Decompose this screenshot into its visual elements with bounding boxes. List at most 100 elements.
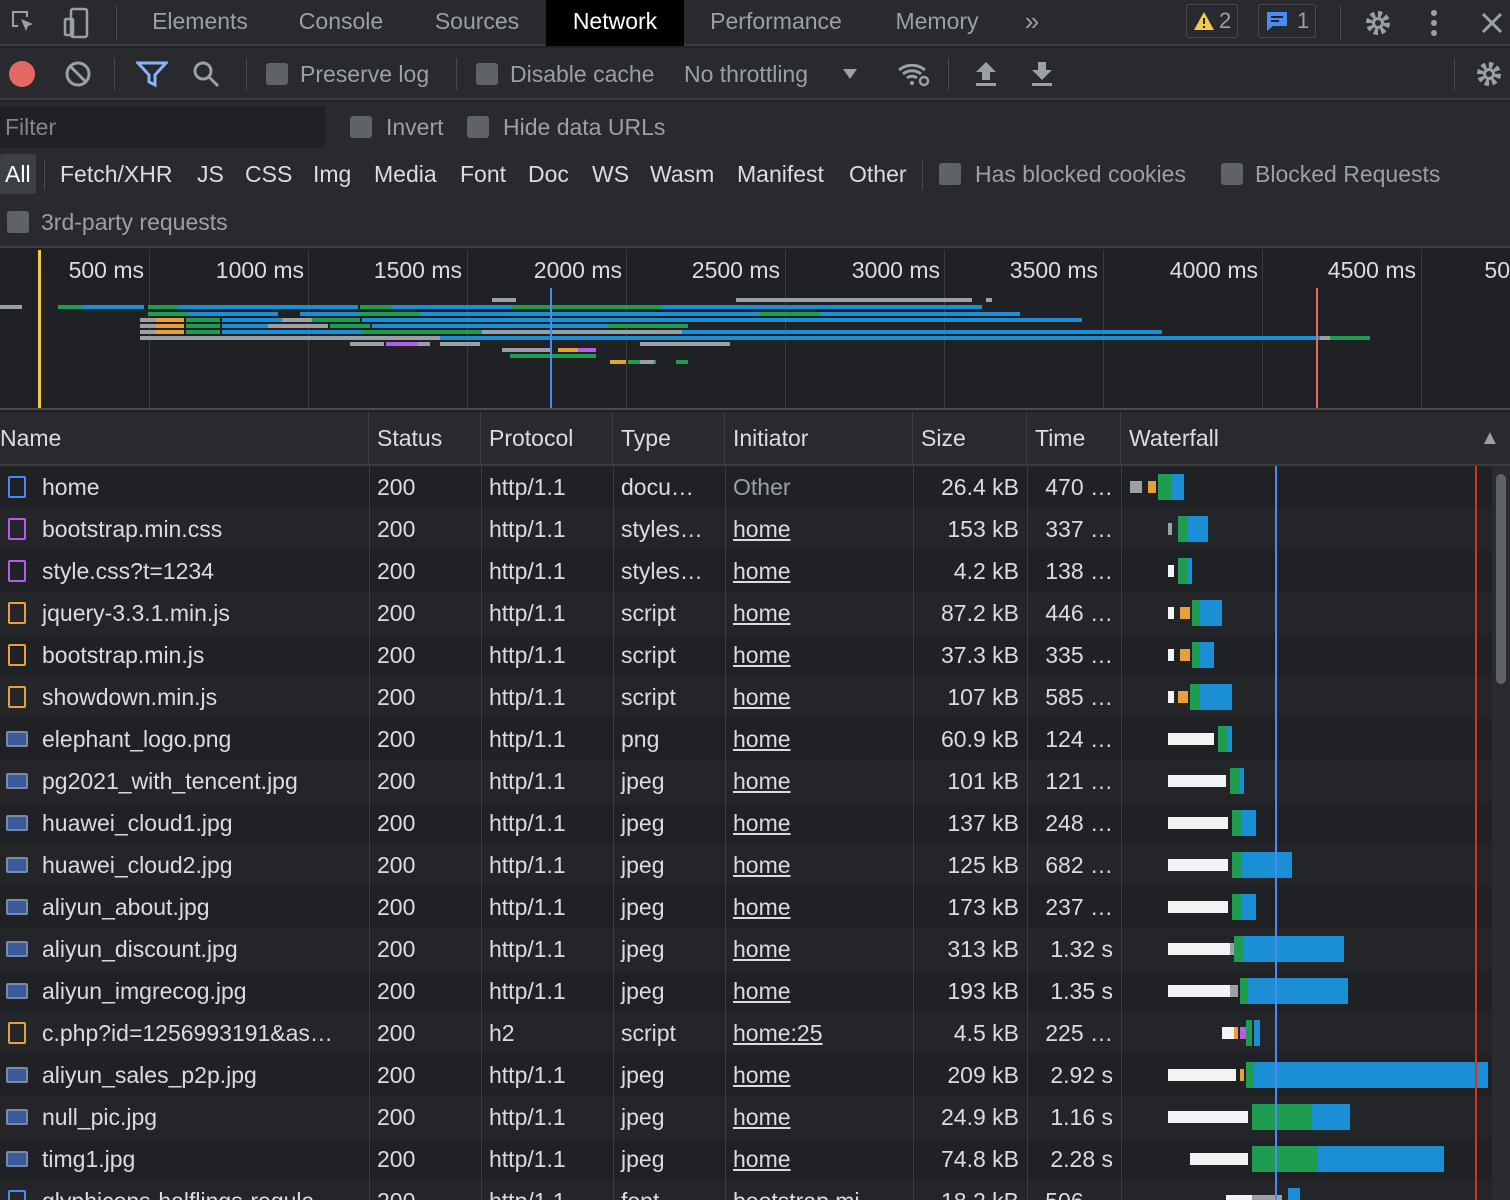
warning-icon [1194, 12, 1214, 30]
messages-count: 1 [1297, 8, 1310, 33]
filter-type-img[interactable]: Img [313, 154, 351, 194]
filter-type-other[interactable]: Other [849, 154, 907, 194]
tab-elements[interactable]: Elements [134, 0, 266, 46]
network-conditions-button[interactable] [896, 48, 930, 100]
blocked-requests-label: Blocked Requests [1255, 160, 1441, 187]
network-overview-timeline[interactable]: 500 ms 1000 ms 1500 ms 2000 ms 2500 ms 3000 m… [0, 250, 1510, 410]
table-row[interactable]: style.css?t=1234 200 http/1.1 styles… home 4.… [0, 550, 1510, 592]
search-button[interactable] [192, 48, 220, 100]
preserve-log-checkbox[interactable]: Preserve log [266, 48, 429, 100]
filter-type-fetch-xhr[interactable]: Fetch/XHR [60, 154, 172, 194]
tab-performance[interactable]: Performance [690, 0, 862, 46]
clear-button[interactable] [64, 48, 92, 100]
close-icon[interactable] [1472, 4, 1510, 42]
request-waterfall-bar [0, 760, 1510, 802]
scrollbar-thumb[interactable] [1496, 474, 1506, 684]
more-tabs-button[interactable]: » [1012, 0, 1052, 46]
table-row[interactable]: bootstrap.min.js 200 http/1.1 script home 37.… [0, 634, 1510, 676]
invert-checkbox[interactable]: Invert [350, 106, 444, 148]
inspect-element-icon[interactable] [4, 4, 44, 42]
request-waterfall-bar [0, 676, 1510, 718]
third-party-requests-box[interactable] [7, 211, 29, 233]
import-har-button[interactable] [972, 48, 1000, 100]
hide-data-urls-label: Hide data URLs [503, 113, 666, 140]
messages-badge[interactable]: 1 [1258, 4, 1317, 38]
blocked-requests-box[interactable] [1221, 163, 1243, 185]
table-row[interactable]: bootstrap.min.css 200 http/1.1 styles… home 1… [0, 508, 1510, 550]
column-header-name[interactable]: Name [0, 412, 369, 466]
dom-content-loaded-line [1275, 466, 1277, 1200]
network-settings-button[interactable] [1474, 48, 1504, 100]
message-icon [1267, 12, 1287, 31]
search-icon [193, 61, 220, 88]
hide-data-urls-checkbox[interactable]: Hide data URLs [467, 106, 665, 148]
column-header-initiator[interactable]: Initiator [725, 412, 913, 466]
filter-toggle-button[interactable] [136, 48, 168, 100]
table-row[interactable]: elephant_logo.png 200 http/1.1 png home 60.9 … [0, 718, 1510, 760]
column-header-type[interactable]: Type [613, 412, 725, 466]
table-row[interactable]: showdown.min.js 200 http/1.1 script home 107 … [0, 676, 1510, 718]
column-header-waterfall[interactable]: Waterfall [1121, 412, 1510, 466]
dropdown-arrow-icon [843, 69, 858, 79]
tab-network[interactable]: Network [546, 0, 684, 46]
preserve-log-box[interactable] [266, 63, 288, 85]
request-waterfall-bar [0, 1138, 1510, 1180]
has-blocked-cookies-label: Has blocked cookies [975, 160, 1186, 187]
table-row[interactable]: aliyun_about.jpg 200 http/1.1 jpeg home 173 k… [0, 886, 1510, 928]
network-toolbar: Preserve log Disable cache No throttling [0, 48, 1510, 100]
overview-tick-label: 50 [1484, 257, 1510, 283]
column-header-status[interactable]: Status [369, 412, 481, 466]
column-header-protocol[interactable]: Protocol [481, 412, 613, 466]
filter-type-css[interactable]: CSS [245, 154, 292, 194]
throttling-select[interactable]: No throttling [684, 48, 858, 100]
kebab-menu-icon[interactable] [1414, 4, 1454, 42]
table-row[interactable]: aliyun_sales_p2p.jpg 200 http/1.1 jpeg home 2… [0, 1054, 1510, 1096]
tab-memory[interactable]: Memory [876, 0, 998, 46]
filter-type-js[interactable]: JS [197, 154, 224, 194]
request-waterfall-bar [0, 844, 1510, 886]
table-row[interactable]: huawei_cloud1.jpg 200 http/1.1 jpeg home 137 … [0, 802, 1510, 844]
filter-type-wasm[interactable]: Wasm [650, 154, 714, 194]
device-toolbar-icon[interactable] [56, 4, 96, 42]
filter-type-doc[interactable]: Doc [528, 154, 569, 194]
request-waterfall-bar [0, 1096, 1510, 1138]
table-row[interactable]: jquery-3.3.1.min.js 200 http/1.1 script home… [0, 592, 1510, 634]
filter-type-font[interactable]: Font [460, 154, 506, 194]
filter-type-ws[interactable]: WS [592, 154, 629, 194]
request-waterfall-bar [0, 550, 1510, 592]
table-row[interactable]: c.php?id=1256993191&as… 200 h2 script home:2… [0, 1012, 1510, 1054]
table-row[interactable]: null_pic.jpg 200 http/1.1 jpeg home 24.9 kB 1.… [0, 1096, 1510, 1138]
export-har-button[interactable] [1028, 48, 1056, 100]
table-row[interactable]: glyphicons-halflings-regula…200http/1.1f… [0, 1180, 1510, 1200]
has-blocked-cookies-box[interactable] [939, 163, 961, 185]
column-header-size[interactable]: Size [913, 412, 1027, 466]
vertical-scrollbar[interactable] [1492, 466, 1510, 1200]
filter-type-all[interactable]: All [0, 154, 36, 194]
overview-tick-label: 1000 ms [216, 257, 304, 283]
table-row[interactable]: timg1.jpg 200 http/1.1 jpeg home 74.8 kB 2.28 … [0, 1138, 1510, 1180]
record-button[interactable] [8, 48, 36, 100]
request-waterfall-bar [0, 886, 1510, 928]
hide-data-urls-box[interactable] [467, 116, 489, 138]
table-row[interactable]: pg2021_with_tencent.jpg 200 http/1.1 jpeg ho… [0, 760, 1510, 802]
filter-type-manifest[interactable]: Manifest [737, 154, 824, 194]
blocked-requests-checkbox[interactable]: Blocked Requests [1221, 154, 1440, 194]
filter-input[interactable]: Filter [0, 106, 325, 148]
load-event-line [1475, 466, 1477, 1200]
table-row[interactable]: aliyun_discount.jpg 200 http/1.1 jpeg home 31… [0, 928, 1510, 970]
has-blocked-cookies-checkbox[interactable]: Has blocked cookies [939, 154, 1186, 194]
disable-cache-checkbox[interactable]: Disable cache [476, 48, 654, 100]
tab-console[interactable]: Console [280, 0, 402, 46]
disable-cache-box[interactable] [476, 63, 498, 85]
table-row[interactable]: aliyun_imgrecog.jpg 200 http/1.1 jpeg home 19… [0, 970, 1510, 1012]
column-header-time[interactable]: Time [1027, 412, 1121, 466]
third-party-requests-checkbox[interactable]: 3rd-party requests [7, 202, 228, 242]
invert-box[interactable] [350, 116, 372, 138]
warnings-badge[interactable]: 2 [1186, 4, 1239, 38]
tab-sources[interactable]: Sources [416, 0, 538, 46]
filter-type-media[interactable]: Media [374, 154, 437, 194]
overview-tick-label: 2500 ms [692, 257, 780, 283]
table-row[interactable]: huawei_cloud2.jpg 200 http/1.1 jpeg home 125 … [0, 844, 1510, 886]
settings-gear-icon[interactable] [1358, 4, 1398, 42]
table-row[interactable]: home 200 http/1.1 docu… Other 26.4 kB 470 … [0, 466, 1510, 508]
